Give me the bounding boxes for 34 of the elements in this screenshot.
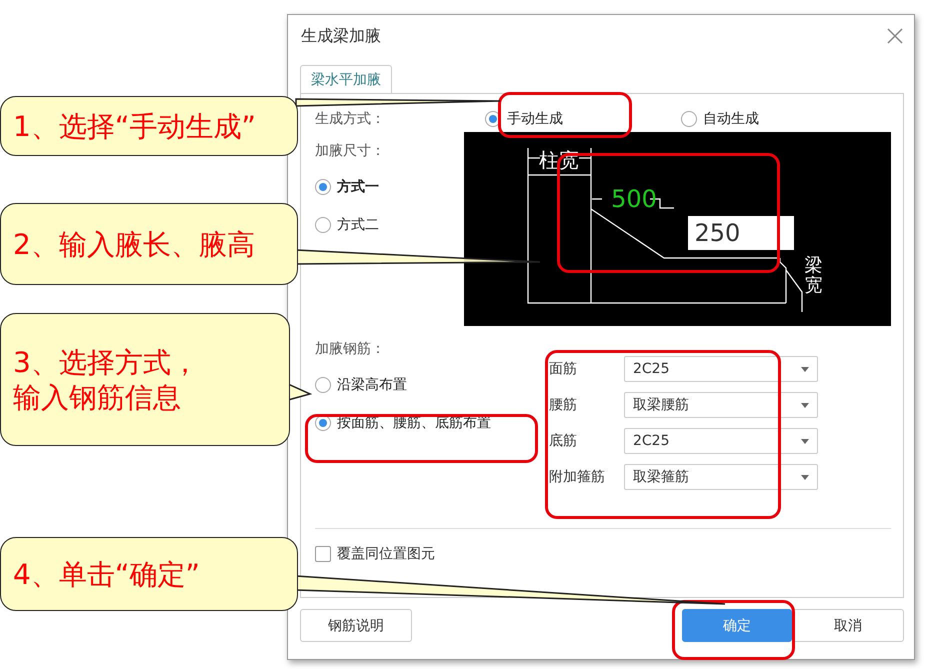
radio-option[interactable]: 沿梁高布置 [315,376,549,394]
radio-option[interactable]: 方式二 [315,216,464,234]
size-label: 加腋尺寸： [315,142,386,160]
height-input[interactable]: 250 [688,216,794,250]
rebar-label: 加腋钢筋： [315,340,386,358]
caret-icon [801,402,809,408]
dialog-button[interactable]: 钢筋说明 [300,609,412,642]
window-title: 生成梁加腋 [301,26,381,46]
overwrite-checkbox[interactable]: 覆盖同位置图元 [315,545,891,563]
rebar-dropdown[interactable]: 2C25 [624,356,818,382]
callout-text: 1、选择“手动生成” [13,108,257,144]
field-label: 底筋 [549,432,578,450]
generation-label: 生成方式： [315,110,386,128]
field-label: 面筋 [549,360,578,378]
callout-text: 2、输入腋长、腋高 [13,226,256,262]
rebar-dropdown[interactable]: 取梁腰筋 [624,392,818,418]
callout-text: 4、单击“确定” [13,556,201,592]
field-label: 附加箍筋 [549,468,606,486]
rebar-dropdown[interactable]: 2C25 [624,428,818,454]
rebar-dropdown[interactable]: 取梁箍筋 [624,464,818,490]
radio-option[interactable]: 方式一 [315,178,464,196]
beam-width-label: 梁宽 [804,256,822,296]
close-button[interactable] [886,27,904,45]
length-value: 500 [612,185,658,213]
radio-option[interactable]: 自动生成 [681,110,759,128]
callout-text: 输入钢筋信息 [13,380,182,414]
tab[interactable]: 梁水平加腋 [300,65,392,93]
callout-text: 3、选择方式， [13,344,200,380]
caret-icon [801,366,809,372]
caret-icon [801,474,809,480]
field-label: 腰筋 [549,396,578,414]
radio-option[interactable]: 手动生成 [485,110,681,128]
dialog-button[interactable]: 取消 [792,609,904,642]
caret-icon [801,438,809,444]
